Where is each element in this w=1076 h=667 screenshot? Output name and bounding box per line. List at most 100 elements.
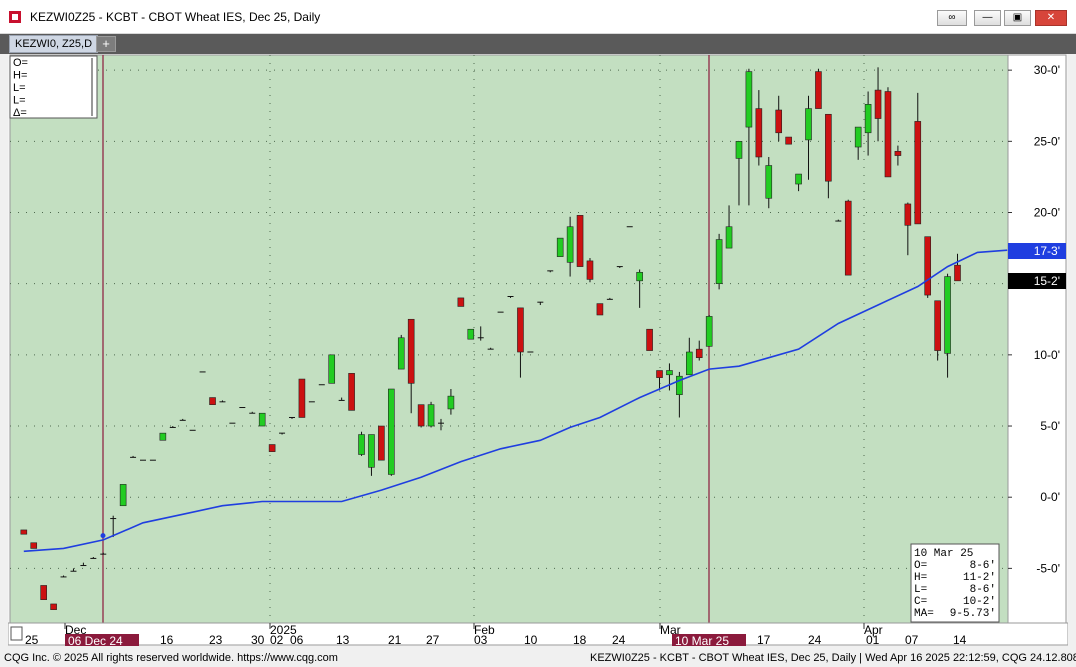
window-title: KEZWI0Z25 - KCBT - CBOT Wheat IES, Dec 2… [30,10,321,24]
candle-body [755,108,763,158]
minimize-button[interactable]: — [974,10,1001,26]
candle-body [596,303,604,316]
close-button[interactable]: ✕ [1035,10,1067,26]
candle-body [268,444,276,452]
ohlc-line: O= [13,57,28,69]
ma-price-label: 17-3' [1034,244,1060,258]
last-price-label: 15-2' [1034,274,1060,288]
day-label: 13 [336,633,350,646]
price-tick-label: 25-0' [1034,134,1060,148]
tab-chart[interactable]: KEZWI0, Z25,D [9,35,99,53]
day-label: 21 [388,633,402,646]
candle-body [864,104,872,134]
candle-body [348,373,355,411]
info-box-key: H= [914,572,927,584]
info-box-key: O= [914,560,927,572]
candle-body [795,173,802,185]
candle-body [735,141,743,159]
candle-body [586,260,594,280]
title-bar: KEZWI0Z25 - KCBT - CBOT Wheat IES, Dec 2… [0,0,1076,34]
candle-body [467,328,475,340]
candle-body [566,226,574,263]
candle-body [894,150,902,156]
candle-body [40,585,47,600]
candle-body [924,236,932,296]
candle-body [378,425,385,461]
axis-scroll-box [10,626,23,641]
candle-body [805,108,812,141]
candle-body [427,404,435,427]
candle-body [705,316,713,347]
day-label: 07 [905,633,919,646]
day-label: 02 [270,633,284,646]
add-tab-button[interactable]: + [96,36,116,52]
candle-body [119,484,127,507]
candle-body [457,297,465,307]
candle-body [656,370,663,378]
info-box-value: 8-6' [970,584,996,596]
price-tick-label: 10-0' [1034,348,1060,362]
app-icon [9,11,21,23]
candle-body [904,203,912,226]
candle-body [407,318,415,384]
candle-body [209,397,216,405]
candle-body [934,300,941,351]
cursor-date-right: 10 Mar 25 [675,634,729,646]
candle-body [745,71,753,128]
day-label: 17 [757,633,771,646]
info-box-key: MA= [914,608,934,620]
candle-body [258,412,266,427]
day-label: 03 [474,633,488,646]
chart-area[interactable]: 30-0'25-0'20-0'15-0'10-0'5-0'0-0'-5-0'17… [8,54,1068,646]
maximize-button[interactable]: ▣ [1004,10,1031,26]
price-tick-label: -5-0' [1036,561,1060,575]
candle-body [388,388,395,475]
candle-body [20,529,28,535]
candle-body [815,71,822,109]
day-label: 27 [426,633,440,646]
candle-body [914,121,922,225]
candle-body [417,404,425,427]
day-label: 30 [251,633,265,646]
candle-body [825,113,832,182]
tab-bar: KEZWI0, Z25,D + [0,34,1076,54]
day-label: 25 [25,633,39,646]
day-label: 10 [524,633,538,646]
day-label: 23 [209,633,223,646]
info-box-value: 8-6' [970,560,996,572]
candle-body [854,126,862,148]
copyright-text: CQG Inc. © 2025 All rights reserved worl… [4,652,338,664]
candle-body [646,328,653,351]
ohlc-line: L= [13,82,26,94]
ohlc-line: Δ= [13,107,27,119]
candle-body [666,370,673,376]
day-label: 16 [160,633,174,646]
candle-body [397,337,405,370]
ohlc-line: L= [13,95,26,107]
candle-body [715,239,723,284]
candle-body [765,165,773,199]
candle-body [50,603,57,610]
info-box-key: L= [914,584,927,596]
day-label: 18 [573,633,587,646]
candle-body [844,200,852,276]
link-icon[interactable]: ∞ [937,10,967,26]
candle-body [328,354,336,384]
day-label: 01 [866,633,880,646]
candle-body [954,264,961,282]
candle-body [874,89,882,119]
candle-body [298,378,306,418]
candle-body [686,351,693,376]
candle-body [884,91,892,178]
price-chart[interactable]: 30-0'25-0'20-0'15-0'10-0'5-0'0-0'-5-0'17… [8,54,1068,646]
status-info: KEZWI0Z25 - KCBT - CBOT Wheat IES, Dec 2… [590,652,1076,664]
price-tick-label: 20-0' [1034,206,1060,220]
day-label: 24 [612,633,626,646]
info-box-date: 10 Mar 25 [914,548,973,560]
day-label: 06 [290,633,304,646]
info-box-value: 10-2' [963,596,996,608]
info-box-value: 9-5.73' [950,608,996,620]
price-tick-label: 5-0' [1040,419,1060,433]
candle-body [785,136,792,145]
candle-body [30,542,38,549]
